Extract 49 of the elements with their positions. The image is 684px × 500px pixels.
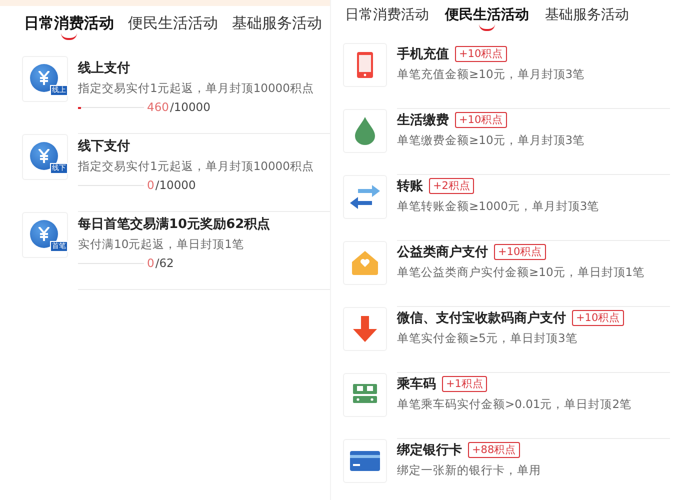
points-badge: +88积点 xyxy=(468,442,520,458)
points-badge: +10积点 xyxy=(572,310,624,326)
yen-coin-icon xyxy=(30,142,58,170)
activity-description: 指定交易实付1元起返，单月封顶10000积点 xyxy=(78,81,315,96)
activity-description: 绑定一张新的银行卡，单用 xyxy=(397,463,542,478)
activity-title[interactable]: 公益类商户支付 xyxy=(397,243,488,261)
category-tab[interactable]: 基础服务活动 xyxy=(545,6,629,33)
activity-title[interactable]: 每日首笔交易满10元奖励62积点 xyxy=(78,215,330,233)
activity-title[interactable]: 转账 xyxy=(397,177,423,195)
points-badge: +2积点 xyxy=(429,178,474,194)
bank-card-icon xyxy=(350,451,380,471)
points-badge: +10积点 xyxy=(494,244,546,260)
house-icon xyxy=(352,251,378,275)
progress-count: 0 xyxy=(147,178,154,192)
activity-title[interactable]: 乘车码 xyxy=(397,375,436,393)
category-tab[interactable]: 日常消费活动 xyxy=(345,6,429,33)
activity-title[interactable]: 线下支付 xyxy=(78,137,330,155)
points-badge: +1积点 xyxy=(442,376,488,392)
progress-limit: /10000 xyxy=(170,100,210,114)
down-arrow-icon xyxy=(353,316,377,342)
activity-description: 指定交易实付1元起返，单月封顶10000积点 xyxy=(78,159,315,174)
progress-count: 0 xyxy=(147,256,154,270)
activity-description: 单笔转账金额≥1000元，单月封顶3笔 xyxy=(397,199,600,214)
category-tab[interactable]: 便民生活活动 xyxy=(128,14,218,42)
drop-icon xyxy=(355,117,375,145)
category-tab[interactable]: 日常消费活动 xyxy=(24,14,114,42)
yen-coin-icon xyxy=(30,64,58,92)
category-tab[interactable]: 便民生活活动 xyxy=(445,6,529,33)
bus-icon xyxy=(353,384,377,406)
activity-title[interactable]: 绑定银行卡 xyxy=(397,441,462,459)
activity-description: 单笔缴费金额≥10元，单月封顶3笔 xyxy=(397,133,586,148)
activity-title[interactable]: 线上支付 xyxy=(78,59,330,77)
activity-description: 单笔实付金额≥5元，单日封顶3笔 xyxy=(397,331,578,346)
activity-description: 单笔公益类商户实付金额≥10元，单日封顶1笔 xyxy=(397,265,646,280)
yen-coin-icon xyxy=(30,220,58,248)
progress-limit: /62 xyxy=(155,256,174,270)
points-badge: +10积点 xyxy=(455,112,508,128)
activity-title[interactable]: 微信、支付宝收款码商户支付 xyxy=(397,309,566,327)
activity-description: 单笔充值金额≥10元，单月封顶3笔 xyxy=(397,67,586,82)
activity-title[interactable]: 手机充值 xyxy=(397,45,449,63)
progress-limit: /10000 xyxy=(155,178,196,192)
progress-count: 460 xyxy=(147,100,169,114)
activity-title[interactable]: 生活缴费 xyxy=(397,111,449,129)
category-tab[interactable]: 基础服务活动 xyxy=(232,14,322,42)
activity-description: 实付满10元起返，单日封顶1笔 xyxy=(78,237,245,252)
phone-icon xyxy=(357,52,373,78)
activity-description: 单笔乘车码实付金额>0.01元，单日封顶2笔 xyxy=(397,397,633,412)
swap-arrows-icon xyxy=(350,184,380,210)
points-badge: +10积点 xyxy=(455,46,508,62)
